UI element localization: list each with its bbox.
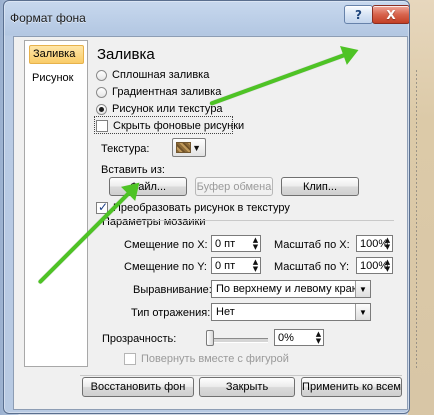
document-background <box>408 0 434 415</box>
help-button[interactable]: ? <box>344 5 373 24</box>
tile-as-texture-label: Преобразовать рисунок в текстуру <box>113 202 290 214</box>
offset-x-label: Смещение по X: <box>124 239 208 251</box>
alignment-label: Выравнивание: <box>133 284 212 296</box>
sidebar-item-picture[interactable]: Рисунок <box>29 69 84 88</box>
clipboard-button[interactable]: Буфер обмена <box>195 177 273 196</box>
scale-y-label: Масштаб по Y: <box>274 261 350 273</box>
chevron-down-icon: ▼ <box>355 281 370 297</box>
picture-texture-fill-option[interactable]: Рисунок или текстура <box>96 101 223 117</box>
offset-y-input[interactable]: 0 пт ▲ ▼ <box>211 257 261 274</box>
offset-y-label: Смещение по Y: <box>124 261 207 273</box>
texture-dropdown[interactable]: ▼ <box>172 138 206 157</box>
solid-fill-radio[interactable] <box>96 69 107 81</box>
fill-heading: Заливка <box>97 46 155 63</box>
chevron-down-icon[interactable]: ▼ <box>251 243 260 251</box>
rotate-with-shape-option[interactable]: Повернуть вместе с фигурой <box>124 351 289 367</box>
alignment-value: По верхнему и левому краю <box>216 283 360 295</box>
solid-fill-option[interactable]: Сплошная заливка <box>96 67 209 83</box>
scale-x-input[interactable]: 100% ▲ ▼ <box>356 235 393 252</box>
tile-as-texture-option[interactable]: Преобразовать рисунок в текстуру <box>96 200 290 216</box>
offset-x-input[interactable]: 0 пт ▲ ▼ <box>211 235 261 252</box>
dialog-client-area: Заливка Рисунок Заливка Сплошная заливка… <box>13 36 408 410</box>
chevron-down-icon: ▼ <box>192 143 201 153</box>
chevron-down-icon[interactable]: ▼ <box>251 265 260 273</box>
hide-background-option[interactable]: Скрыть фоновые рисунки <box>96 118 244 134</box>
transparency-input[interactable]: 0% ▲ ▼ <box>274 329 324 346</box>
tiling-options-heading: Параметры мозаики <box>102 216 206 228</box>
alignment-select[interactable]: По верхнему и левому краю ▼ <box>211 280 371 298</box>
sidebar-item-label: Рисунок <box>32 72 74 84</box>
clip-button-label: Клип... <box>302 180 338 193</box>
hide-background-checkbox[interactable] <box>96 120 108 132</box>
sidebar-item-label: Заливка <box>33 48 76 60</box>
picture-texture-label: Рисунок или текстура <box>112 103 223 115</box>
texture-label: Текстура: <box>101 143 150 155</box>
wood-texture-icon <box>176 142 191 153</box>
question-mark-icon: ? <box>355 7 362 22</box>
clipboard-button-label: Буфер обмена <box>196 180 272 193</box>
close-button[interactable]: Закрыть <box>199 377 295 397</box>
reset-background-button[interactable]: Восстановить фон <box>82 377 194 397</box>
rotate-with-shape-label: Повернуть вместе с фигурой <box>141 353 289 365</box>
solid-fill-label: Сплошная заливка <box>112 69 210 81</box>
transparency-value: 0% <box>278 331 294 344</box>
transparency-label: Прозрачность: <box>102 333 177 345</box>
rotate-with-shape-checkbox[interactable] <box>124 353 136 365</box>
settings-navigation: Заливка Рисунок <box>24 40 88 367</box>
apply-to-all-button[interactable]: Применить ко всем <box>301 377 402 397</box>
reset-background-label: Восстановить фон <box>90 381 186 393</box>
insert-from-label: Вставить из: <box>101 164 165 176</box>
transparency-slider-track[interactable] <box>212 338 268 343</box>
tiling-options-separator <box>102 220 394 221</box>
chevron-down-icon[interactable]: ▼ <box>383 265 392 273</box>
footer-separator <box>80 375 402 376</box>
dialog-title: Формат фона <box>10 11 86 25</box>
close-button-label: Закрыть <box>225 381 269 393</box>
gradient-fill-radio[interactable] <box>96 86 107 98</box>
gradient-fill-label: Градиентная заливка <box>112 86 222 98</box>
apply-to-all-label: Применить ко всем <box>302 381 401 393</box>
screen: Формат фона ? X Заливка Рисунок Заливка <box>0 0 434 415</box>
transparency-slider-thumb[interactable] <box>206 330 214 346</box>
mirror-type-select[interactable]: Нет ▼ <box>211 303 371 321</box>
scale-x-label: Масштаб по X: <box>274 239 350 251</box>
clip-button[interactable]: Клип... <box>281 177 359 196</box>
hide-background-label: Скрыть фоновые рисунки <box>113 120 245 132</box>
close-window-button[interactable]: X <box>372 5 409 24</box>
chevron-down-icon: ▼ <box>355 304 370 320</box>
dialog-titlebar[interactable]: Формат фона ? X <box>4 1 409 35</box>
scale-y-input[interactable]: 100% ▲ ▼ <box>356 257 393 274</box>
mirror-type-value: Нет <box>216 306 235 318</box>
offset-y-value: 0 пт <box>215 259 236 272</box>
chevron-down-icon[interactable]: ▼ <box>314 337 323 345</box>
chevron-down-icon[interactable]: ▼ <box>383 243 392 251</box>
gradient-fill-option[interactable]: Градиентная заливка <box>96 84 221 100</box>
sidebar-item-fill[interactable]: Заливка <box>29 45 84 64</box>
offset-x-value: 0 пт <box>215 237 236 250</box>
close-icon: X <box>386 7 396 22</box>
picture-texture-radio[interactable] <box>96 103 107 115</box>
mirror-type-label: Тип отражения: <box>131 307 211 319</box>
